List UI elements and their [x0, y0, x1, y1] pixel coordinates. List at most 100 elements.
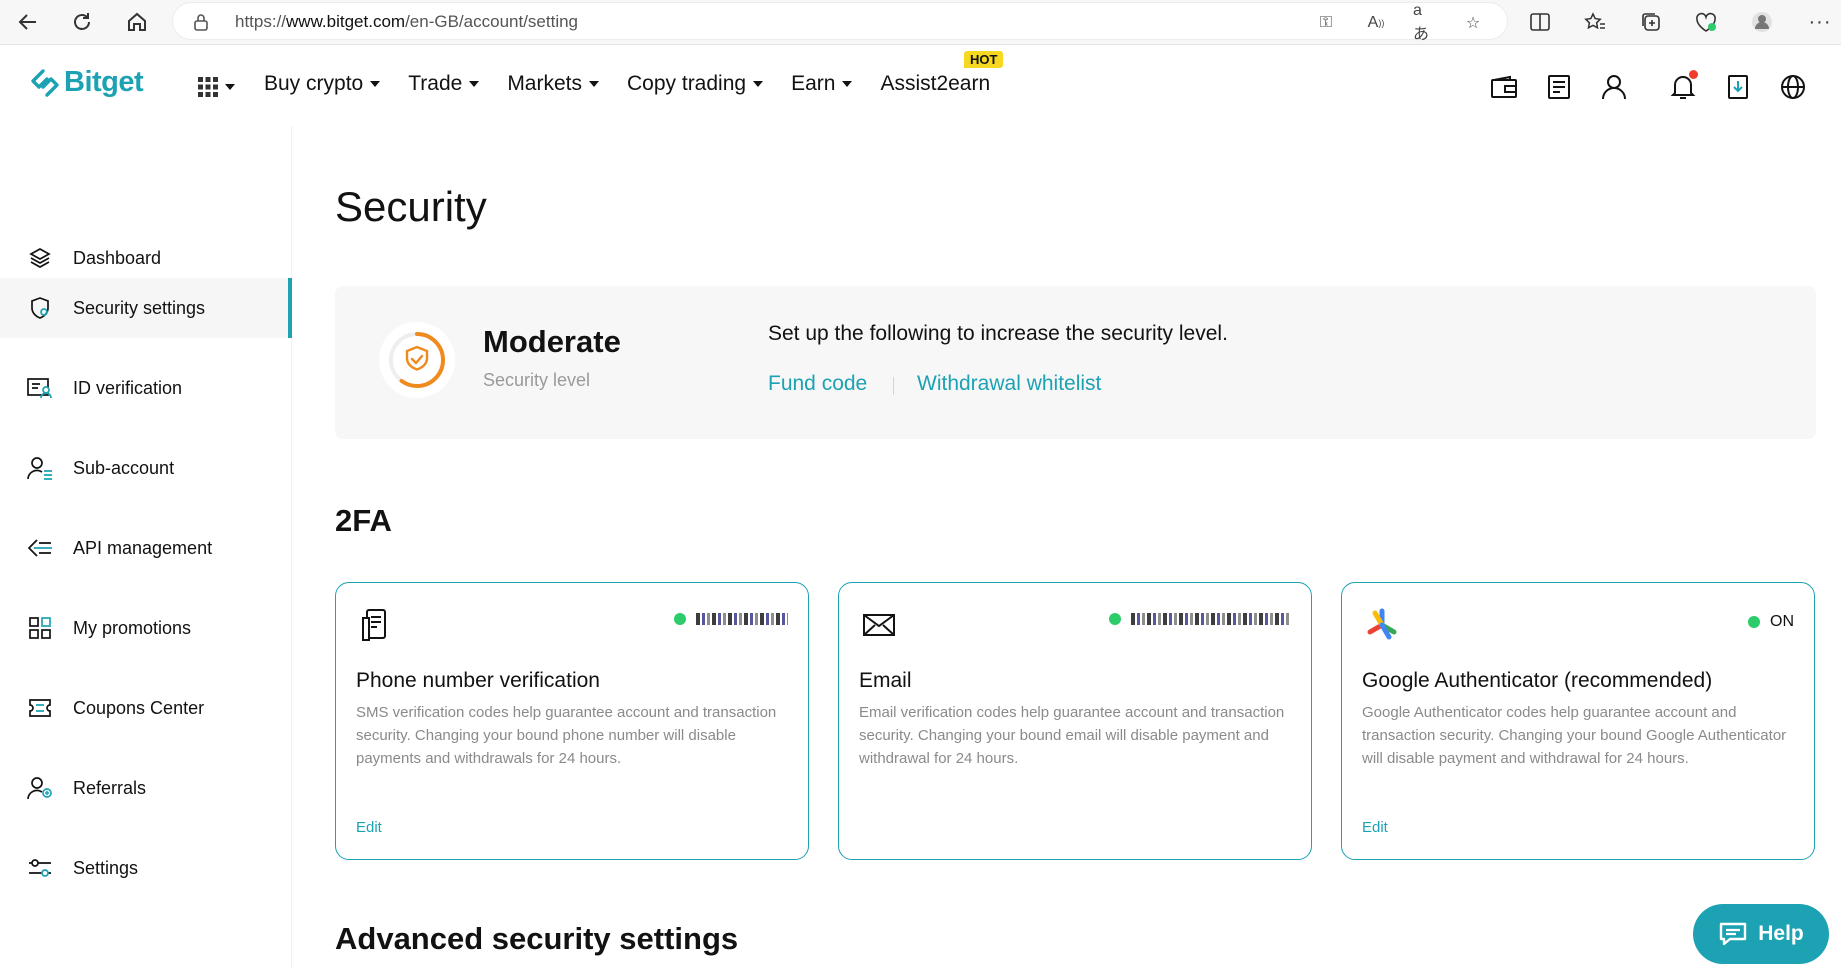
security-level-value: Moderate: [483, 324, 621, 359]
security-level-label: Security level: [483, 370, 591, 390]
bitget-logo-icon: [31, 68, 59, 97]
sidebar-item-label: Referrals: [73, 777, 147, 798]
bitget-logo[interactable]: Bitget: [30, 66, 144, 99]
edit-phone-link[interactable]: Edit: [356, 819, 382, 836]
status-dot: [674, 613, 686, 625]
api-icon: [27, 535, 53, 561]
sidebar-item-security-settings[interactable]: Security settings: [0, 278, 292, 338]
apps-grid-icon: [198, 77, 218, 97]
phone-status: [674, 613, 788, 625]
hot-badge: HOT: [964, 51, 1004, 68]
help-label: Help: [1758, 922, 1804, 945]
envelope-icon: [859, 605, 899, 645]
language-globe-icon[interactable]: [1776, 70, 1810, 104]
card-title: Phone number verification: [356, 669, 600, 692]
profile-icon[interactable]: [1748, 8, 1776, 36]
chevron-down-icon: [370, 81, 381, 87]
card-title: Google Authenticator (recommended): [1362, 669, 1713, 692]
coupon-icon: [27, 695, 53, 721]
favorite-star-icon[interactable]: ☆: [1462, 12, 1484, 34]
split-screen-icon[interactable]: [1526, 8, 1554, 36]
link-divider: [893, 377, 894, 395]
sidebar-item-my-promotions[interactable]: My promotions: [0, 598, 292, 658]
status-dot: [1748, 616, 1760, 628]
security-hint: Set up the following to increase the sec…: [768, 322, 1228, 345]
google-authenticator-icon: [1362, 605, 1402, 645]
refresh-icon[interactable]: [66, 6, 98, 38]
sidebar-item-label: Security settings: [73, 297, 206, 318]
favorites-icon[interactable]: [1581, 8, 1609, 36]
masked-email-address: [1131, 613, 1291, 625]
help-button[interactable]: Help: [1693, 904, 1829, 964]
status-text: ON: [1770, 613, 1794, 630]
notification-dot: [1689, 70, 1698, 79]
sidebar-item-label: Settings: [73, 857, 139, 878]
card-description: Google Authenticator codes help guarante…: [1362, 704, 1787, 767]
browser-toolbar: https://www.bitget.com/en-GB/account/set…: [0, 0, 1841, 45]
nav-buy-crypto[interactable]: Buy crypto: [264, 72, 381, 96]
address-bar[interactable]: https://www.bitget.com/en-GB/account/set…: [172, 2, 1508, 43]
sidebar-item-label: Dashboard: [73, 247, 162, 268]
page-title: Security: [335, 183, 487, 230]
chevron-down-icon: [842, 81, 853, 87]
account-sidebar: Dashboard Security settings ID verificat…: [0, 126, 292, 968]
withdrawal-whitelist-link[interactable]: Withdrawal whitelist: [917, 372, 1101, 396]
back-icon[interactable]: [12, 6, 44, 38]
nav-trade[interactable]: Trade: [408, 72, 480, 96]
browser-essentials-icon[interactable]: [1692, 8, 1720, 36]
key-icon[interactable]: ⚿: [1315, 12, 1337, 34]
home-icon[interactable]: [121, 6, 153, 38]
orders-icon[interactable]: [1542, 70, 1576, 104]
lock-icon: [193, 13, 209, 36]
notification-bell-icon[interactable]: [1666, 70, 1700, 104]
sidebar-item-api-management[interactable]: API management: [0, 518, 292, 578]
nav-markets[interactable]: Markets: [507, 72, 599, 96]
wallet-icon[interactable]: [1487, 70, 1521, 104]
sidebar-item-id-verification[interactable]: ID verification: [0, 358, 292, 418]
email-status: [1109, 613, 1291, 625]
authenticator-status: ON: [1748, 613, 1794, 631]
advanced-security-title: Advanced security settings: [335, 921, 739, 956]
collections-icon[interactable]: [1637, 8, 1665, 36]
chevron-down-icon: [225, 84, 235, 90]
account-icon[interactable]: [1597, 70, 1631, 104]
sub-account-icon: [27, 455, 53, 481]
email-verification-card: Email Email verification codes help guar…: [838, 582, 1312, 860]
card-title: Email: [859, 669, 912, 692]
apps-menu[interactable]: [197, 76, 235, 98]
chat-icon: [1720, 922, 1747, 946]
fund-code-link[interactable]: Fund code: [768, 372, 867, 396]
sidebar-item-label: Coupons Center: [73, 697, 205, 718]
security-level-ring: [379, 322, 455, 398]
masked-phone-number: [696, 613, 788, 625]
sidebar-item-settings[interactable]: Settings: [0, 838, 292, 898]
referral-icon: [27, 775, 53, 801]
settings-slider-icon: [27, 855, 53, 881]
nav-earn[interactable]: Earn: [791, 72, 853, 96]
download-icon[interactable]: [1721, 70, 1755, 104]
grid-icon: [27, 615, 53, 641]
phone-doc-icon: [356, 605, 396, 645]
chevron-down-icon: [753, 81, 764, 87]
sidebar-item-label: My promotions: [73, 617, 192, 638]
layers-icon: [27, 245, 53, 271]
sidebar-item-referrals[interactable]: Referrals: [0, 758, 292, 818]
edit-authenticator-link[interactable]: Edit: [1362, 819, 1388, 836]
more-options-icon[interactable]: ···: [1806, 8, 1834, 36]
nav-copy-trading[interactable]: Copy trading: [627, 72, 764, 96]
security-level-card: Moderate Security level Set up the follo…: [335, 286, 1816, 439]
status-dot: [1109, 613, 1121, 625]
chevron-down-icon: [589, 81, 599, 87]
sidebar-item-sub-account[interactable]: Sub-account: [0, 438, 292, 498]
shield-icon: [27, 295, 53, 321]
chevron-down-icon: [469, 81, 480, 87]
site-header: Bitget Buy crypto Trade Markets Copy tra…: [0, 46, 1841, 126]
sidebar-item-label: ID verification: [73, 377, 183, 398]
translate-icon[interactable]: aあ: [1413, 2, 1435, 43]
sidebar-item-coupons-center[interactable]: Coupons Center: [0, 678, 292, 738]
read-aloud-icon[interactable]: A)): [1365, 12, 1387, 34]
url-text: https://www.bitget.com/en-GB/account/set…: [235, 12, 579, 31]
card-description: Email verification codes help guarantee …: [859, 704, 1285, 767]
card-description: SMS verification codes help guarantee ac…: [356, 704, 777, 767]
nav-assist2earn[interactable]: Assist2earn: [880, 72, 990, 96]
